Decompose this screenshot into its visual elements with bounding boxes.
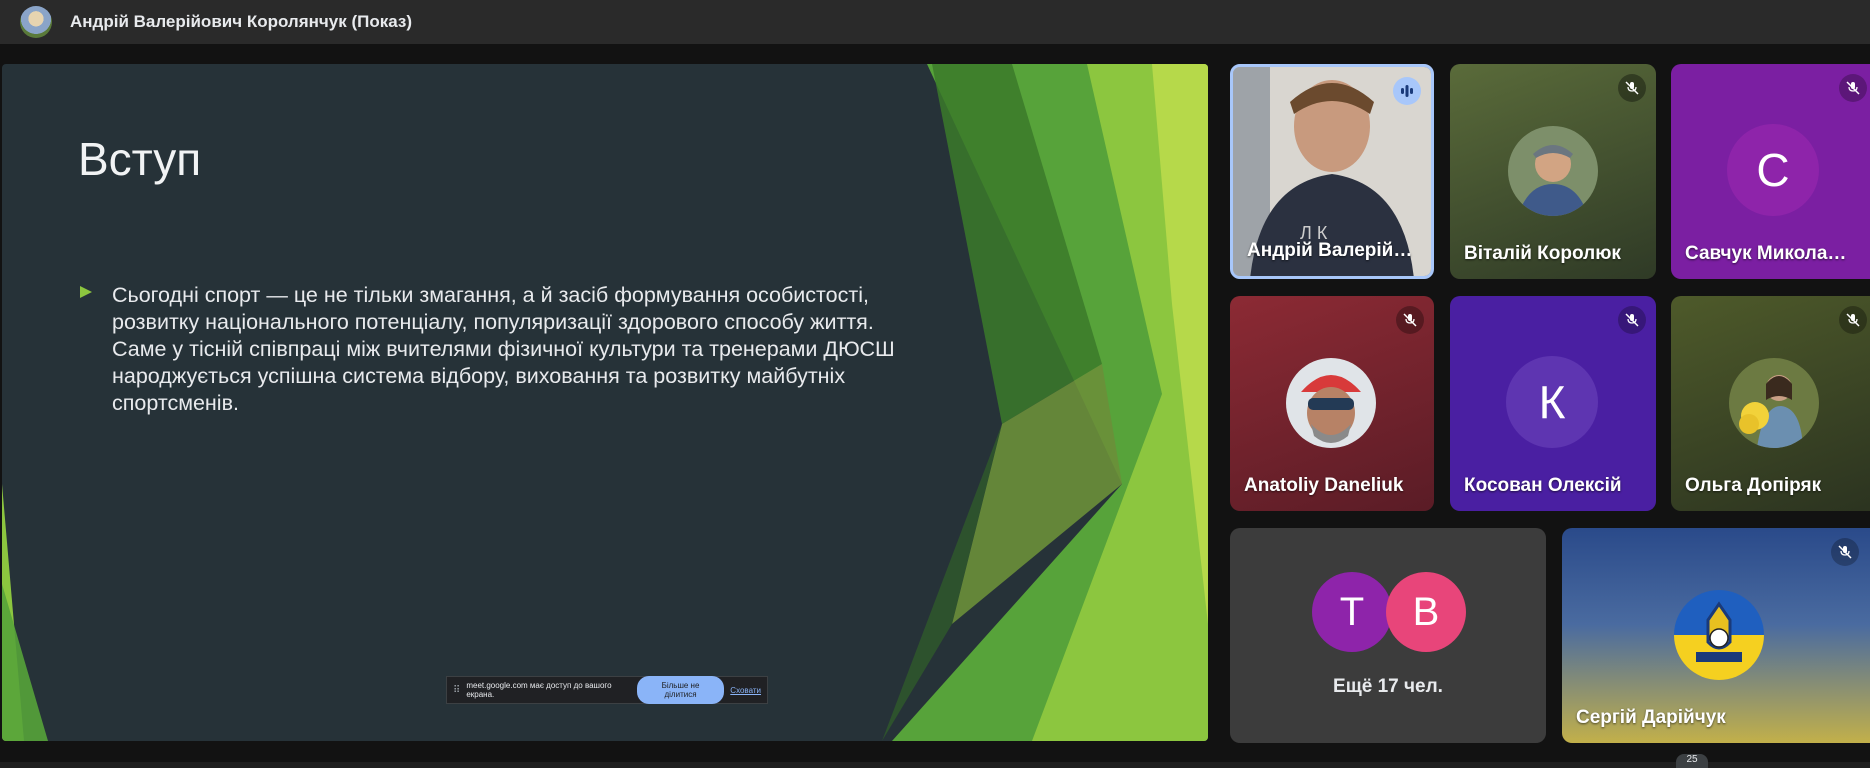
participant-tile[interactable]: Ольга Допіряк <box>1671 296 1870 511</box>
hide-notice-link[interactable]: Сховати <box>730 686 761 695</box>
participant-avatar <box>1508 126 1598 216</box>
shared-slide: Вступ Сьогодні спорт — це не тільки змаг… <box>2 64 1208 741</box>
participant-name: Андрій Валерій… <box>1247 240 1413 261</box>
participant-name: Савчук Микола… <box>1685 243 1847 264</box>
drag-handle-icon[interactable]: ⠿ <box>453 685 460 696</box>
participant-avatar <box>1674 590 1764 680</box>
participant-tile[interactable]: Віталій Королюк <box>1450 64 1656 279</box>
participant-tile[interactable]: Anatoliy Daneliuk <box>1230 296 1434 511</box>
participant-avatar <box>1729 358 1819 448</box>
participant-name: Anatoliy Daneliuk <box>1244 475 1404 496</box>
slide-body-text: Сьогодні спорт — це не тільки змагання, … <box>112 283 895 415</box>
participant-avatar: С <box>1727 124 1819 216</box>
participant-avatar: B <box>1386 572 1466 652</box>
participant-tile[interactable]: Л К Андрій Валерій… <box>1230 64 1434 279</box>
participant-avatar: T <box>1312 572 1392 652</box>
presenter-title: Андрій Валерійович Королянчук (Показ) <box>70 12 413 31</box>
mic-off-icon <box>1618 74 1646 102</box>
participant-tile[interactable]: К Косован Олексій <box>1450 296 1656 511</box>
mic-off-icon <box>1839 306 1867 334</box>
share-message: meet.google.com має доступ до вашого екр… <box>466 681 612 699</box>
participant-tile[interactable]: Сергій Дарійчук <box>1562 528 1870 743</box>
presenter-avatar <box>20 6 52 38</box>
triangle-bullet-icon <box>80 286 92 298</box>
participant-name: Сергій Дарійчук <box>1576 707 1726 728</box>
participant-avatar: К <box>1506 356 1598 448</box>
mic-off-icon <box>1839 74 1867 102</box>
more-participants-tile[interactable]: T B Ещё 17 чел. <box>1230 528 1546 743</box>
stop-sharing-button[interactable]: Більше не ділитися <box>636 676 725 704</box>
participant-name: Ольга Допіряк <box>1685 475 1822 496</box>
participant-name: Віталій Королюк <box>1464 243 1621 264</box>
mic-off-icon <box>1618 306 1646 334</box>
presenter-bar: Андрій Валерійович Королянчук (Показ) <box>0 0 1870 44</box>
mic-off-icon <box>1831 538 1859 566</box>
participant-tile[interactable]: С Савчук Микола… <box>1671 64 1870 279</box>
meeting-stage: Вступ Сьогодні спорт — це не тільки змаг… <box>0 44 1870 768</box>
more-participants-label: Ещё 17 чел. <box>1333 676 1443 697</box>
slide-title: Вступ <box>78 133 202 185</box>
audio-wave-icon <box>1393 77 1421 105</box>
mic-off-icon <box>1396 306 1424 334</box>
screen-share-notice: ⠿ meet.google.com має доступ до вашого е… <box>446 676 768 704</box>
people-count-badge[interactable]: 25 <box>1676 754 1708 768</box>
participant-avatar <box>1286 358 1376 448</box>
participant-name: Косован Олексій <box>1464 475 1622 496</box>
